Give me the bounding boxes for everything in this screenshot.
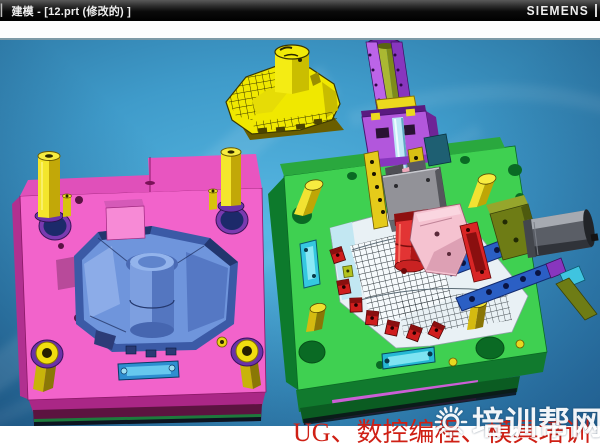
guide-pin: [218, 148, 244, 212]
sun-icon: [431, 401, 471, 441]
siemens-logo: SIEMENS: [527, 3, 600, 18]
sprue-boss: [104, 199, 145, 240]
cropped-menu-strip: [0, 21, 600, 40]
lock-plate-slot: [118, 361, 179, 380]
graphics-viewport[interactable]: [0, 40, 600, 426]
title-bar[interactable]: ▏ 建模 - [12.prt (修改的) ] SIEMENS: [0, 0, 600, 21]
cavity-mold-half[interactable]: [12, 148, 266, 426]
watermark-text: 培训帮网: [472, 398, 600, 444]
spacer-block: [424, 134, 451, 166]
cavity-insert-blue[interactable]: [74, 226, 238, 357]
watermark: 培训帮网: [431, 398, 600, 444]
nx-application-window: ▏ 建模 - [12.prt (修改的) ] SIEMENS: [0, 0, 600, 444]
window-edge-tick: [595, 4, 597, 17]
guide-pin: [35, 152, 63, 223]
title-cropped-fragment: ▏: [0, 4, 9, 17]
window-title: 建模 - [12.prt (修改的) ]: [9, 3, 131, 19]
